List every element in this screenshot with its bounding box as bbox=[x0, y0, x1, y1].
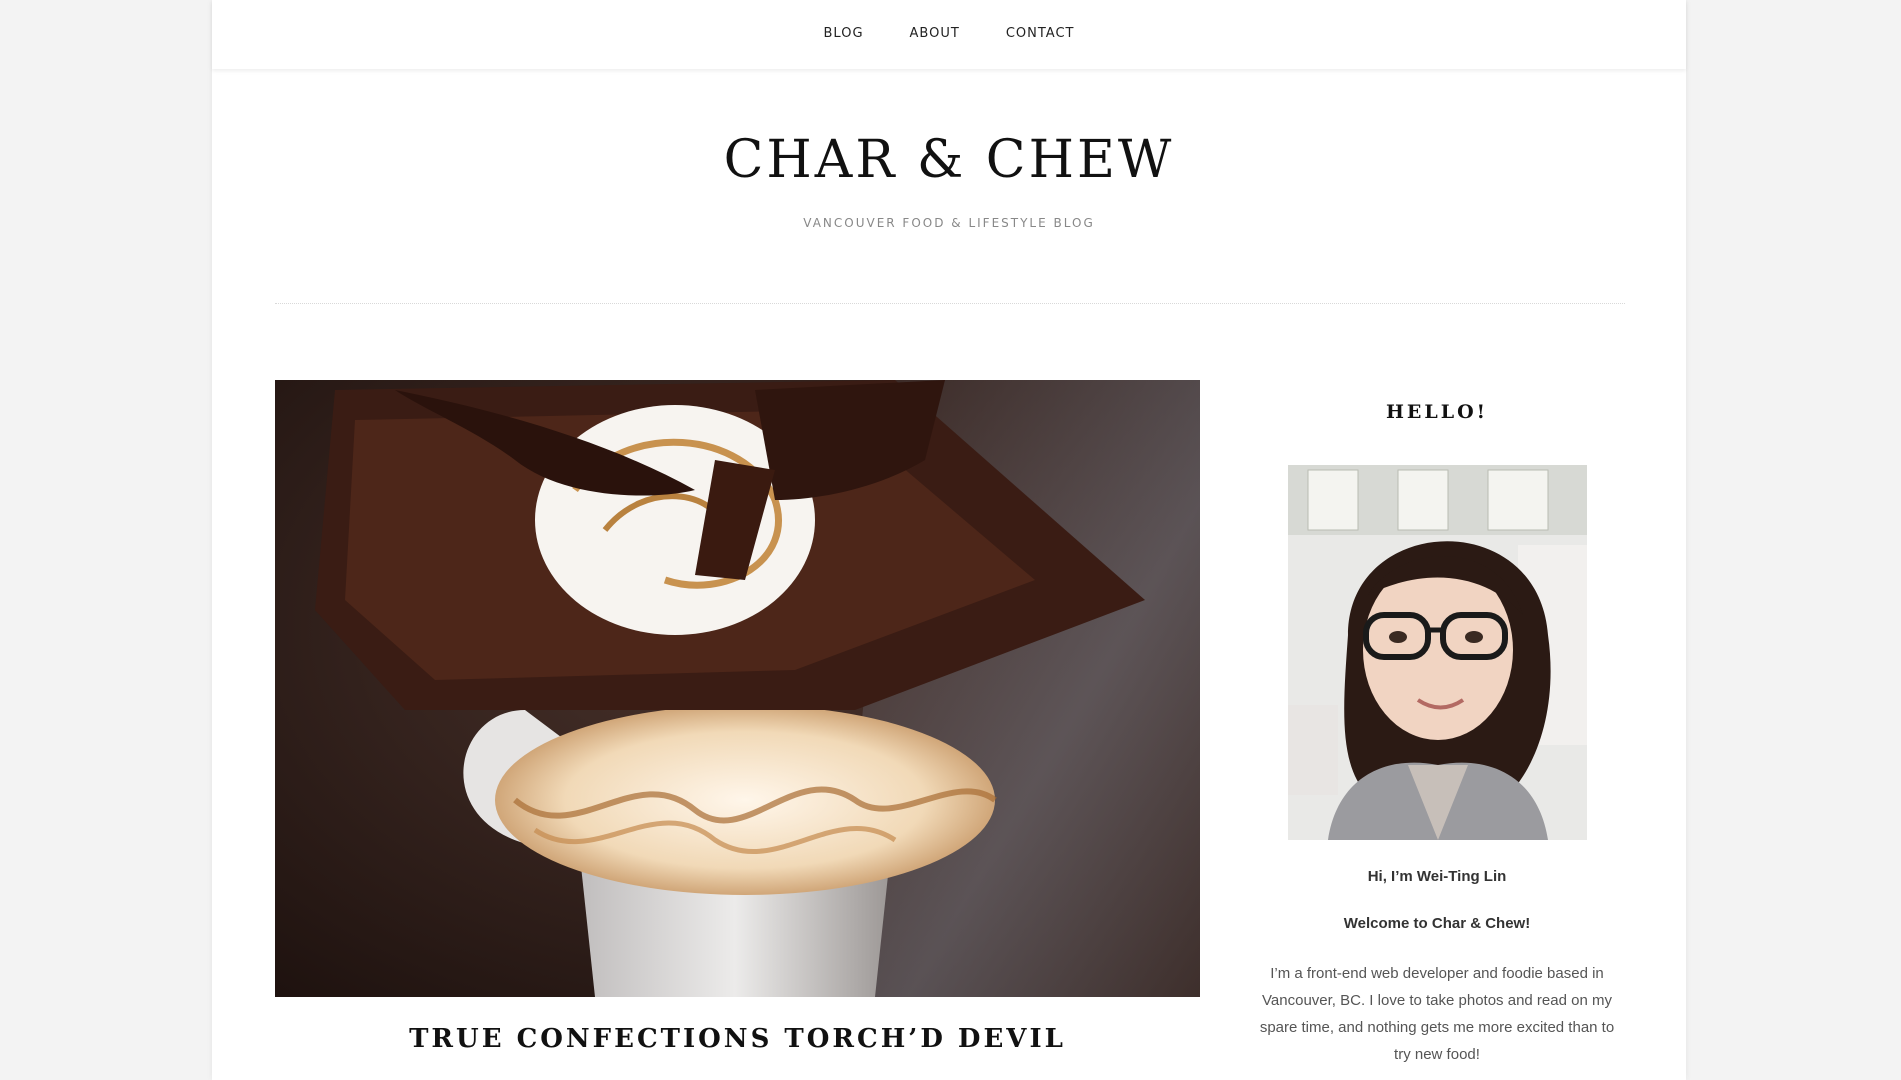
author-bio: I’m a front-end web developer and foodie… bbox=[1259, 965, 1615, 1063]
header-divider bbox=[275, 303, 1625, 304]
nav-link-contact[interactable]: CONTACT bbox=[1006, 26, 1075, 41]
author-photo bbox=[1287, 465, 1587, 840]
post-title[interactable]: TRUE CONFECTIONS TORCH’D DEVIL bbox=[275, 1024, 1200, 1054]
site-description: VANCOUVER FOOD & LIFESTYLE BLOG bbox=[803, 216, 1095, 230]
site-title[interactable]: CHAR & CHEW bbox=[212, 124, 1686, 196]
author-portrait bbox=[1287, 465, 1587, 840]
nav-link-blog[interactable]: BLOG bbox=[824, 26, 864, 41]
sidebar: HELLO! Hi, I’m Wei-Ting Lin Welcome to C… bbox=[1249, 380, 1625, 1068]
nav-link-about[interactable]: ABOUT bbox=[910, 26, 960, 41]
widget-title: HELLO! bbox=[1385, 401, 1489, 423]
featured-post-image[interactable] bbox=[275, 380, 1200, 997]
dessert-photo bbox=[275, 380, 1200, 997]
page-container: BLOG ABOUT CONTACT CHAR & CHEW VANCOUVER… bbox=[212, 0, 1686, 1080]
welcome-text: Welcome to Char & Chew! bbox=[1343, 915, 1531, 932]
top-navigation: BLOG ABOUT CONTACT bbox=[212, 0, 1686, 69]
author-greeting: Hi, I’m Wei-Ting Lin bbox=[1367, 868, 1507, 885]
